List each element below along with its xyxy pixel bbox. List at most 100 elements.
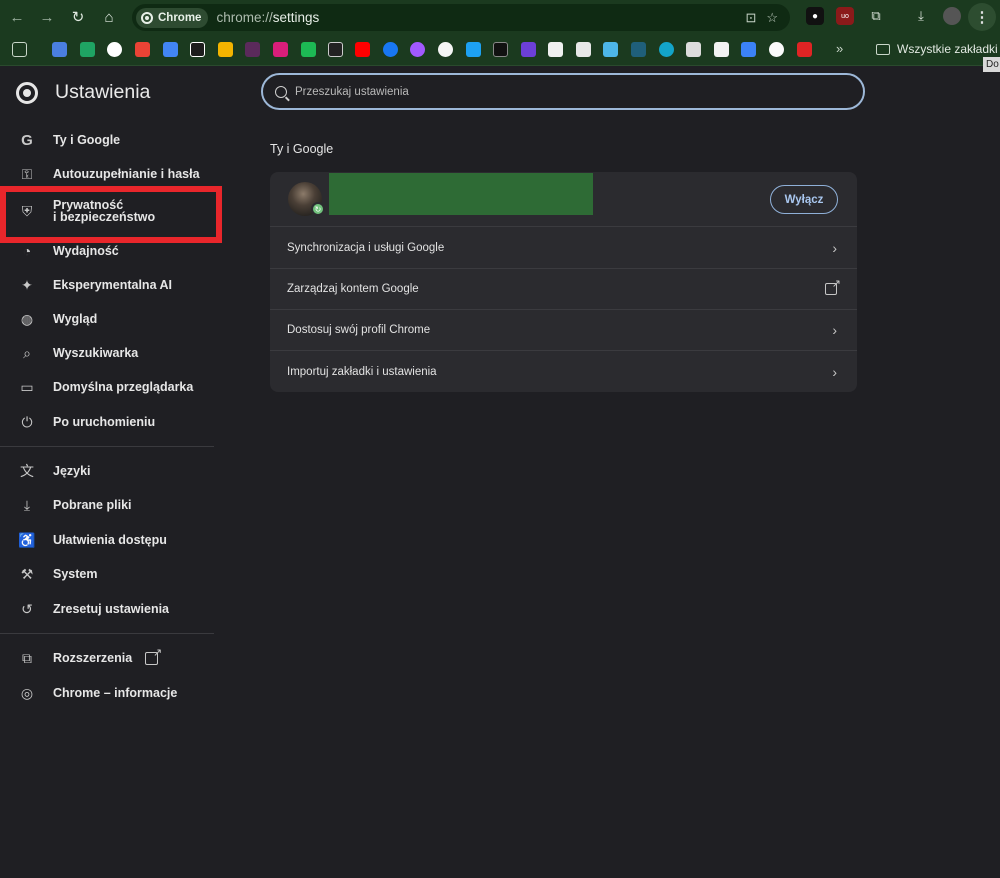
extensions-puzzle-icon[interactable]: ⧉ <box>867 7 885 25</box>
download-icon[interactable]: ⤓ <box>912 7 930 25</box>
bookmark-icon[interactable] <box>245 42 260 57</box>
section-title: Ty i Google <box>270 142 334 156</box>
bookmark-icon[interactable] <box>218 42 233 57</box>
chrome-logo-icon <box>141 11 153 24</box>
speedometer-icon: ◔ <box>22 243 32 259</box>
bookmark-icon[interactable] <box>521 42 536 57</box>
bookmark-icon[interactable] <box>493 42 508 57</box>
settings-header: Ustawienia <box>16 81 150 104</box>
bookmark-youtube-icon[interactable] <box>355 42 370 57</box>
sidebar-item-appearance[interactable]: ◍ Wygląd <box>0 304 214 334</box>
sidebar-divider <box>0 633 214 634</box>
sidebar-item-you-and-google[interactable]: G Ty i Google <box>0 125 214 155</box>
site-chip[interactable]: Chrome <box>136 7 209 28</box>
ublock-icon[interactable]: uo <box>836 7 854 25</box>
bookmark-icon[interactable] <box>438 42 453 57</box>
chevron-right-icon: › <box>832 363 837 380</box>
apps-grid-icon[interactable] <box>12 42 27 57</box>
redacted-account-info <box>329 173 593 215</box>
sidebar-item-languages[interactable]: 文 Języki <box>0 456 214 486</box>
bookmark-icon[interactable] <box>548 42 563 57</box>
sidebar-item-system[interactable]: ⚒ System <box>0 559 214 589</box>
all-bookmarks-label: Wszystkie zakładki <box>897 42 998 56</box>
sidebar-item-downloads[interactable]: ⤓ Pobrane pliki <box>0 490 214 520</box>
chevron-right-icon: › <box>832 322 837 338</box>
bookmark-icon[interactable] <box>466 42 481 57</box>
search-icon <box>275 85 287 98</box>
turn-off-sync-button[interactable]: Wyłącz <box>770 185 838 214</box>
settings-search[interactable] <box>261 73 865 110</box>
sidebar-item-experimental-ai[interactable]: ✦ Eksperymentalna AI <box>0 270 214 300</box>
bookmark-icon[interactable] <box>328 42 343 57</box>
bookmark-trello-icon[interactable] <box>190 42 205 57</box>
row-sync-services[interactable]: Synchronizacja i usługi Google › <box>270 228 857 269</box>
bookmark-icon[interactable] <box>659 42 674 57</box>
puzzle-icon: ⧉ <box>22 649 32 666</box>
bookmark-facebook-icon[interactable] <box>383 42 398 57</box>
bookmark-icon[interactable] <box>741 42 756 57</box>
accessibility-icon: ♿ <box>18 531 36 548</box>
bookmark-calendar-icon[interactable] <box>163 42 178 57</box>
address-bar[interactable]: Chrome chrome://settings ⊡ ☆ <box>132 4 790 31</box>
bookmark-sheets-icon[interactable] <box>80 42 95 57</box>
more-bookmarks-icon[interactable]: » <box>836 41 843 56</box>
bookmark-icon[interactable] <box>273 42 288 57</box>
sync-icon: ↻ <box>311 202 325 216</box>
bookmark-icon[interactable] <box>769 42 784 57</box>
bookmark-gmail-icon[interactable] <box>135 42 150 57</box>
palette-icon: ◍ <box>20 310 34 327</box>
bookmark-icon[interactable] <box>797 42 812 57</box>
power-icon: ⏻ <box>21 413 33 430</box>
chevron-right-icon: › <box>832 240 837 256</box>
page-title: Ustawienia <box>55 81 151 103</box>
bookmarks-bar: » Wszystkie zakładki <box>0 34 1000 66</box>
you-and-google-card: ↻ Wyłącz Synchronizacja i usługi Google … <box>270 172 857 392</box>
sidebar-item-on-startup[interactable]: ⏻ Po uruchomieniu <box>0 407 214 437</box>
sparkle-icon: ✦ <box>21 276 33 293</box>
folder-icon <box>876 43 890 55</box>
wrench-icon: ⚒ <box>20 565 34 582</box>
bookmark-messenger-icon[interactable] <box>410 42 425 57</box>
bookmark-icon[interactable] <box>576 42 591 57</box>
red-highlight-annotation <box>0 186 222 243</box>
url-text[interactable]: chrome://settings <box>216 10 319 25</box>
bookmark-icon[interactable] <box>631 42 646 57</box>
tooltip: Do <box>983 57 1000 72</box>
key-icon: ⚿ <box>21 165 33 182</box>
bookmark-icon[interactable] <box>686 42 701 57</box>
more-menu-icon[interactable]: ⋮ <box>968 3 996 31</box>
back-arrow-icon[interactable]: ← <box>2 2 32 32</box>
row-import-bookmarks[interactable]: Importuj zakładki i ustawienia › <box>270 351 857 392</box>
bookmark-google-icon[interactable] <box>107 42 122 57</box>
bookmark-icon[interactable] <box>603 42 618 57</box>
sidebar-item-extensions[interactable]: ⧉ Rozszerzenia <box>0 643 214 673</box>
bookmark-icon[interactable] <box>301 42 316 57</box>
bookmark-icon[interactable] <box>714 42 729 57</box>
external-link-icon <box>825 277 841 295</box>
download-icon: ⤓ <box>23 496 31 513</box>
home-icon[interactable]: ⌂ <box>94 2 124 32</box>
bookmark-docs-icon[interactable] <box>52 42 67 57</box>
sidebar-item-autofill[interactable]: ⚿ Autouzupełnianie i hasła <box>0 159 214 189</box>
row-manage-account[interactable]: Zarządzaj kontem Google <box>270 269 857 310</box>
external-link-icon <box>145 646 162 665</box>
bookmark-star-icon[interactable]: ☆ <box>766 10 778 26</box>
all-bookmarks-folder[interactable]: Wszystkie zakładki <box>876 42 998 56</box>
google-g-icon: G <box>21 131 33 149</box>
profile-avatar[interactable] <box>943 7 961 25</box>
forward-arrow-icon[interactable]: → <box>32 2 62 32</box>
sidebar-item-reset[interactable]: ↺ Zresetuj ustawienia <box>0 594 214 624</box>
sidebar-item-about-chrome[interactable]: ◎ Chrome – informacje <box>0 678 214 708</box>
lens-icon[interactable]: ⊡ <box>745 10 756 26</box>
row-customize-profile[interactable]: Dostosuj swój profil Chrome › <box>270 310 857 351</box>
sidebar-item-search-engine[interactable]: ⌕ Wyszukiwarka <box>0 338 214 368</box>
browser-window-icon: ▭ <box>20 378 34 395</box>
reload-icon[interactable]: ↻ <box>63 2 93 32</box>
extension-icon[interactable]: ● <box>806 7 824 25</box>
profile-row: ↻ Wyłącz <box>270 172 857 227</box>
search-input[interactable] <box>295 85 835 98</box>
sidebar-item-default-browser[interactable]: ▭ Domyślna przeglądarka <box>0 372 214 402</box>
sidebar-item-accessibility[interactable]: ♿ Ułatwienia dostępu <box>0 525 214 555</box>
search-icon: ⌕ <box>23 344 31 361</box>
sidebar-divider <box>0 446 214 447</box>
